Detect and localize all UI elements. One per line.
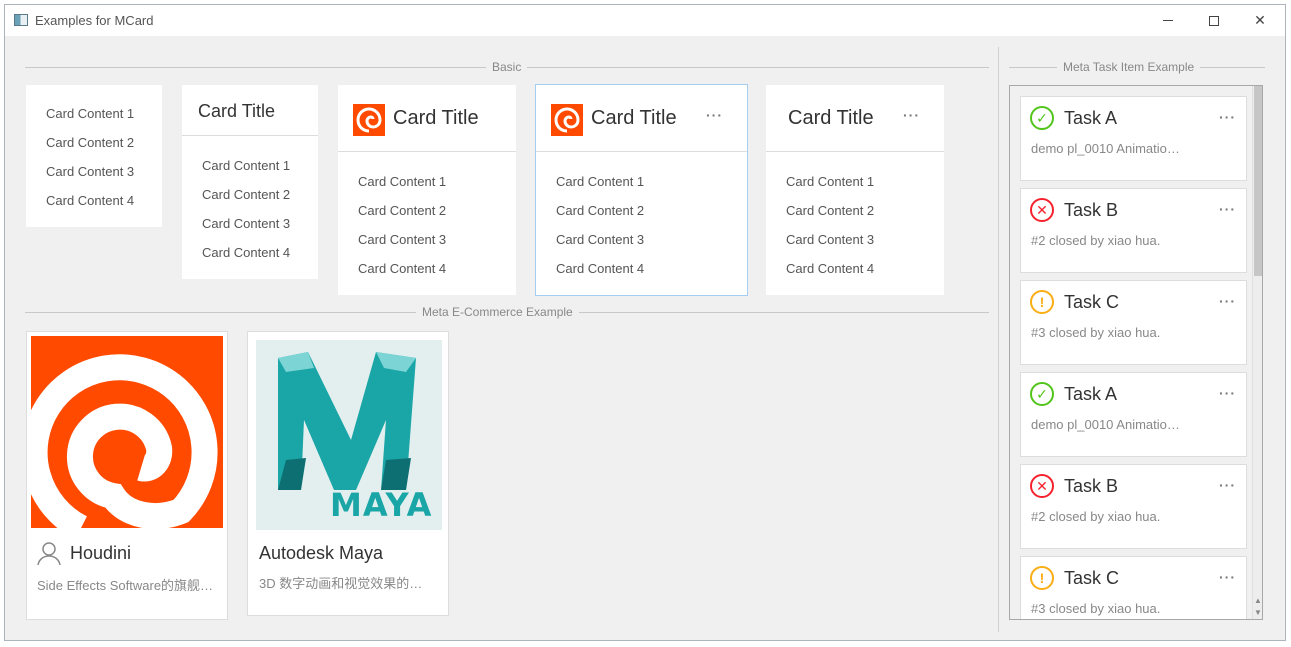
scrollbar-thumb[interactable]: [1254, 86, 1262, 276]
task-subtitle: #2 closed by xiao hua.: [1031, 233, 1161, 248]
card-content: Card Content 3: [46, 164, 135, 179]
task-subtitle: #3 closed by xiao hua.: [1031, 601, 1161, 616]
task-title: Task B: [1064, 476, 1119, 496]
more-menu-icon[interactable]: ···: [1219, 385, 1236, 401]
task-list-panel[interactable]: ✓ Task A ··· demo pl_0010 Animatio… ✕ Ta…: [1009, 85, 1263, 620]
exclamation-circle-icon: !: [1030, 566, 1054, 590]
task-item[interactable]: ✓ Task A ··· demo pl_0010 Animatio…: [1020, 96, 1247, 181]
task-title: Task B: [1064, 200, 1119, 220]
ecommerce-section-label: Meta E-Commerce Example: [416, 305, 579, 319]
task-subtitle: demo pl_0010 Animatio…: [1031, 417, 1180, 432]
card-header: Card Title: [182, 85, 318, 136]
task-title: Task A: [1064, 384, 1118, 404]
check-circle-icon: ✓: [1030, 382, 1054, 406]
card-content: Card Content 4: [46, 193, 135, 208]
maya-logo: MAYA: [256, 340, 442, 530]
close-circle-icon: ✕: [1030, 198, 1054, 222]
more-menu-icon[interactable]: ···: [1219, 201, 1236, 217]
product-description: 3D 数字动画和视觉效果的…: [259, 576, 423, 591]
scroll-down-icon[interactable]: ▼: [1253, 607, 1262, 619]
panel-splitter[interactable]: [998, 47, 999, 632]
card-content: Card Content 4: [786, 261, 875, 276]
minimize-button[interactable]: [1145, 5, 1191, 36]
houdini-icon: [353, 104, 385, 136]
app-icon: [14, 14, 28, 26]
task-title: Task A: [1064, 108, 1118, 128]
card-content: Card Content 3: [786, 232, 875, 247]
title-bar: Examples for MCard ✕: [5, 5, 1285, 36]
task-section-label: Meta Task Item Example: [1057, 60, 1201, 74]
more-menu-icon[interactable]: ···: [706, 107, 723, 123]
more-menu-icon[interactable]: ···: [1219, 477, 1236, 493]
card-content: Card Content 2: [786, 203, 875, 218]
card-content: Card Content 1: [358, 174, 447, 189]
card-plain[interactable]: Card Content 1 Card Content 2 Card Conte…: [26, 85, 162, 227]
close-icon: ✕: [1254, 12, 1266, 28]
card-title: Card Title: [788, 107, 874, 129]
task-item[interactable]: ✕ Task B ··· #2 closed by xiao hua.: [1020, 464, 1247, 549]
card-header: Card Title ···: [766, 85, 944, 152]
close-circle-icon: ✕: [1030, 474, 1054, 498]
card-with-title-and-menu[interactable]: Card Title ··· Card Content 1 Card Conte…: [766, 85, 944, 295]
card-content: Card Content 4: [358, 261, 447, 276]
maximize-button[interactable]: [1191, 5, 1237, 36]
card-title: Card Title: [198, 101, 276, 121]
task-subtitle: #3 closed by xiao hua.: [1031, 325, 1161, 340]
card-title: Card Title: [591, 107, 677, 129]
close-button[interactable]: ✕: [1237, 5, 1283, 36]
task-item[interactable]: ✕ Task B ··· #2 closed by xiao hua.: [1020, 188, 1247, 273]
card-content: Card Content 1: [786, 174, 875, 189]
more-menu-icon[interactable]: ···: [1219, 109, 1236, 125]
exclamation-circle-icon: !: [1030, 290, 1054, 314]
card-content: Card Content 2: [358, 203, 447, 218]
houdini-swirl-icon: [31, 354, 218, 528]
product-card-houdini[interactable]: Houdini Side Effects Software的旗舰…: [26, 331, 228, 620]
card-content: Card Content 2: [46, 135, 135, 150]
task-item[interactable]: ! Task C ··· #3 closed by xiao hua.: [1020, 556, 1247, 619]
task-title: Task C: [1064, 568, 1120, 588]
more-menu-icon[interactable]: ···: [1219, 293, 1236, 309]
task-item[interactable]: ✓ Task A ··· demo pl_0010 Animatio…: [1020, 372, 1247, 457]
card-with-icon[interactable]: Card Title Card Content 1 Card Content 2…: [338, 85, 516, 295]
card-content: Card Content 4: [202, 245, 291, 260]
card-header: Card Title ···: [536, 85, 747, 152]
task-subtitle: #2 closed by xiao hua.: [1031, 509, 1161, 524]
task-item[interactable]: ! Task C ··· #3 closed by xiao hua.: [1020, 280, 1247, 365]
houdini-icon: [551, 104, 583, 136]
product-name: Autodesk Maya: [259, 543, 384, 563]
product-description: Side Effects Software的旗舰…: [37, 578, 214, 593]
maya-logo-text: MAYA: [330, 486, 433, 524]
card-header: Card Title: [338, 85, 516, 152]
product-name: Houdini: [70, 543, 132, 563]
maximize-icon: [1209, 15, 1219, 26]
task-title: Task C: [1064, 292, 1120, 312]
task-subtitle: demo pl_0010 Animatio…: [1031, 141, 1180, 156]
product-card-maya[interactable]: MAYA Autodesk Maya 3D 数字动画和视觉效果的…: [247, 331, 449, 616]
card-content: Card Content 2: [202, 187, 291, 202]
card-with-title[interactable]: Card Title Card Content 1 Card Content 2…: [182, 85, 318, 279]
card-title: Card Title: [393, 107, 479, 129]
card-content: Card Content 1: [202, 158, 291, 173]
vertical-scrollbar[interactable]: ▲ ▼: [1252, 86, 1262, 619]
scroll-up-icon[interactable]: ▲: [1253, 595, 1262, 607]
more-menu-icon[interactable]: ···: [903, 107, 920, 123]
app-window: Examples for MCard ✕ Basic Card Content …: [4, 4, 1286, 641]
window-title: Examples for MCard: [35, 13, 154, 28]
card-content: Card Content 3: [202, 216, 291, 231]
houdini-logo: [31, 336, 223, 528]
check-circle-icon: ✓: [1030, 106, 1054, 130]
card-content: Card Content 2: [556, 203, 645, 218]
minimize-icon: [1163, 20, 1173, 21]
card-content: Card Content 4: [556, 261, 645, 276]
card-content: Card Content 1: [46, 106, 135, 121]
basic-section-label: Basic: [486, 60, 528, 74]
card-content: Card Content 1: [556, 174, 645, 189]
user-icon: [37, 542, 61, 566]
card-content: Card Content 3: [358, 232, 447, 247]
more-menu-icon[interactable]: ···: [1219, 569, 1236, 585]
card-with-icon-and-menu[interactable]: Card Title ··· Card Content 1 Card Conte…: [535, 84, 748, 296]
card-content: Card Content 3: [556, 232, 645, 247]
